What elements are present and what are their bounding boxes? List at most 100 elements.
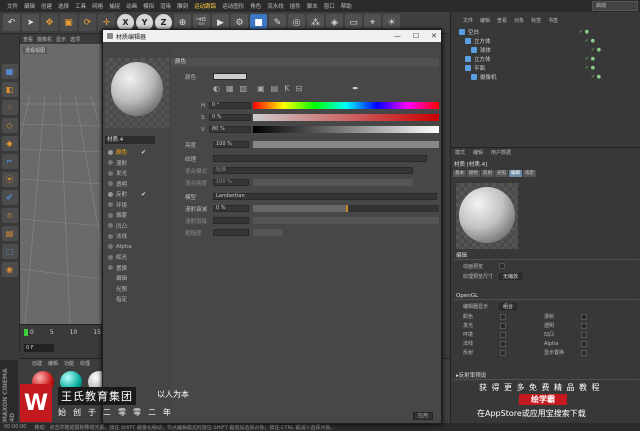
channel-sub-item[interactable]: 指定 <box>105 294 169 305</box>
minimize-icon[interactable]: — <box>394 32 401 40</box>
channel-item[interactable]: 透明 <box>105 179 169 190</box>
eyedropper-icon[interactable]: ✒ <box>352 84 359 93</box>
menu-item[interactable]: 编辑 <box>21 2 38 10</box>
checkbox[interactable] <box>581 340 587 347</box>
blend-strength-field[interactable]: 100 % <box>213 179 249 186</box>
channel-item[interactable]: 漫射 <box>105 158 169 169</box>
menu-item[interactable]: 流水线 <box>264 2 287 10</box>
brush-icon[interactable]: ✐ <box>1 190 18 205</box>
diffuse-falloff-slider[interactable] <box>253 205 439 212</box>
close-icon[interactable]: ✕ <box>431 32 437 40</box>
value-slider[interactable] <box>253 126 439 133</box>
magnet-icon[interactable]: ∩ <box>1 208 18 223</box>
visibility-icon[interactable]: ✓ ● <box>585 38 595 44</box>
material-preview[interactable] <box>105 58 169 128</box>
mm-menu-item[interactable]: 功能 <box>64 360 74 367</box>
checkbox[interactable] <box>581 331 587 338</box>
blend-strength-slider[interactable] <box>253 179 413 186</box>
layout-select[interactable]: 启动 <box>592 1 638 11</box>
channel-item[interactable]: 辉光 <box>105 252 169 263</box>
viewport-menu-item[interactable]: 查看 <box>23 36 33 43</box>
texture-mode-icon[interactable]: ◧ <box>1 82 18 97</box>
menu-item[interactable]: 角色 <box>247 2 264 10</box>
visibility-icon[interactable]: ✓ ● <box>585 65 595 71</box>
frame-input[interactable]: 0 F <box>24 344 54 352</box>
visibility-icon[interactable]: ✓ ● <box>591 47 601 53</box>
checkbox[interactable] <box>581 349 587 356</box>
mixer-icon[interactable]: ⊟ <box>295 84 302 93</box>
menu-item[interactable]: 脚本 <box>304 2 321 10</box>
am-menu-item[interactable]: 编辑 <box>473 149 483 156</box>
checkbox[interactable] <box>500 340 506 347</box>
maximize-icon[interactable]: ☐ <box>413 32 419 40</box>
edges-mode-icon[interactable]: ◇ <box>1 118 18 133</box>
visibility-icon[interactable]: ✓ ● <box>579 29 589 35</box>
menu-item[interactable]: 工具 <box>72 2 89 10</box>
menu-item[interactable]: 窗口 <box>321 2 338 10</box>
saturation-field[interactable]: 0 % <box>209 114 251 121</box>
channel-enable-icon[interactable] <box>108 223 113 229</box>
checkbox[interactable] <box>581 313 587 320</box>
window-titlebar[interactable]: 材质编辑器 — ☐ ✕ <box>103 30 441 42</box>
channel-item[interactable]: 反射 ✔ <box>105 189 169 200</box>
viewport-menu-item[interactable]: 选项 <box>70 36 80 43</box>
points-mode-icon[interactable]: ⁘ <box>1 100 18 115</box>
attr-tab[interactable]: 基本 <box>453 170 466 177</box>
spectrum-icon[interactable]: ▦ <box>226 84 234 93</box>
viewport-menu-item[interactable]: 摄像机 <box>37 36 52 43</box>
channel-enable-icon[interactable] <box>108 265 113 271</box>
diffuse-level-slider[interactable] <box>253 217 439 224</box>
diffuse-level-field[interactable] <box>213 217 249 224</box>
menu-item[interactable]: 插件 <box>287 2 304 10</box>
object-row[interactable]: 空白 ✓ ● <box>459 28 629 36</box>
menu-item[interactable]: 模拟 <box>140 2 157 10</box>
workplane-icon[interactable]: ▤ <box>1 226 18 241</box>
brightness-slider[interactable] <box>253 141 439 148</box>
channel-enable-icon[interactable] <box>108 149 113 155</box>
hsv-icon[interactable]: ▤ <box>271 84 279 93</box>
channel-enable-icon[interactable] <box>108 170 113 176</box>
menu-item[interactable]: 渲染 <box>157 2 174 10</box>
channel-enable-icon[interactable] <box>108 191 113 197</box>
channel-sub-item[interactable]: 光照 <box>105 284 169 295</box>
attr-tab[interactable]: 光照 <box>495 170 508 177</box>
image-icon[interactable]: ▧ <box>240 84 248 93</box>
brightness-field[interactable]: 100 % <box>213 141 249 148</box>
checkbox[interactable] <box>500 349 506 356</box>
hue-field[interactable]: 0 ° <box>209 102 251 109</box>
roughness-field[interactable] <box>213 229 249 236</box>
move-icon[interactable]: ✥ <box>41 14 58 31</box>
checkbox[interactable] <box>581 322 587 329</box>
om-menu-item[interactable]: 编辑 <box>480 17 490 25</box>
object-row[interactable]: 平面 ✓ ● <box>465 64 635 72</box>
model-mode-icon[interactable]: ▦ <box>1 64 18 79</box>
object-row[interactable]: 球体 ✓ ● <box>471 46 640 54</box>
object-row[interactable]: 立方体 ✓ ● <box>465 55 635 63</box>
rgb-icon[interactable]: ▣ <box>257 84 265 93</box>
menu-item[interactable]: 运动图形 <box>219 2 247 10</box>
channel-enable-icon[interactable] <box>108 212 113 218</box>
object-row[interactable]: 摄像机 ✓ ● <box>471 73 640 81</box>
attr-tab[interactable]: 指定 <box>523 170 536 177</box>
snap-icon[interactable]: ⦿ <box>1 172 18 187</box>
menu-item[interactable]: 网格 <box>89 2 106 10</box>
om-menu-item[interactable]: 对象 <box>514 17 524 25</box>
menu-item[interactable]: 运动跟踪 <box>191 2 219 10</box>
model-select[interactable]: Lambertian <box>213 193 437 200</box>
material-name-field[interactable]: 材质.4 <box>105 136 155 144</box>
viewport-menu-item[interactable]: 显示 <box>56 36 66 43</box>
channel-item[interactable]: 颜色 ✔ <box>105 147 169 158</box>
channel-item[interactable]: 凹凸 <box>105 221 169 232</box>
menu-item[interactable]: 帮助 <box>338 2 355 10</box>
value-field[interactable]: 80 % <box>209 126 251 133</box>
section-reflectance[interactable]: ▸反射率预设 <box>453 372 639 380</box>
undo-icon[interactable]: ↶ <box>3 14 20 31</box>
mm-menu-item[interactable]: 编辑 <box>48 360 58 367</box>
menu-item[interactable]: 动画 <box>123 2 140 10</box>
am-menu-item[interactable]: 用户数据 <box>491 149 511 156</box>
channel-enable-icon[interactable] <box>108 244 113 250</box>
am-menu-item[interactable]: 模式 <box>455 149 465 156</box>
select-arrow-icon[interactable]: ➤ <box>22 14 39 31</box>
channel-enable-icon[interactable] <box>108 202 113 208</box>
menu-item[interactable]: 雕刻 <box>174 2 191 10</box>
